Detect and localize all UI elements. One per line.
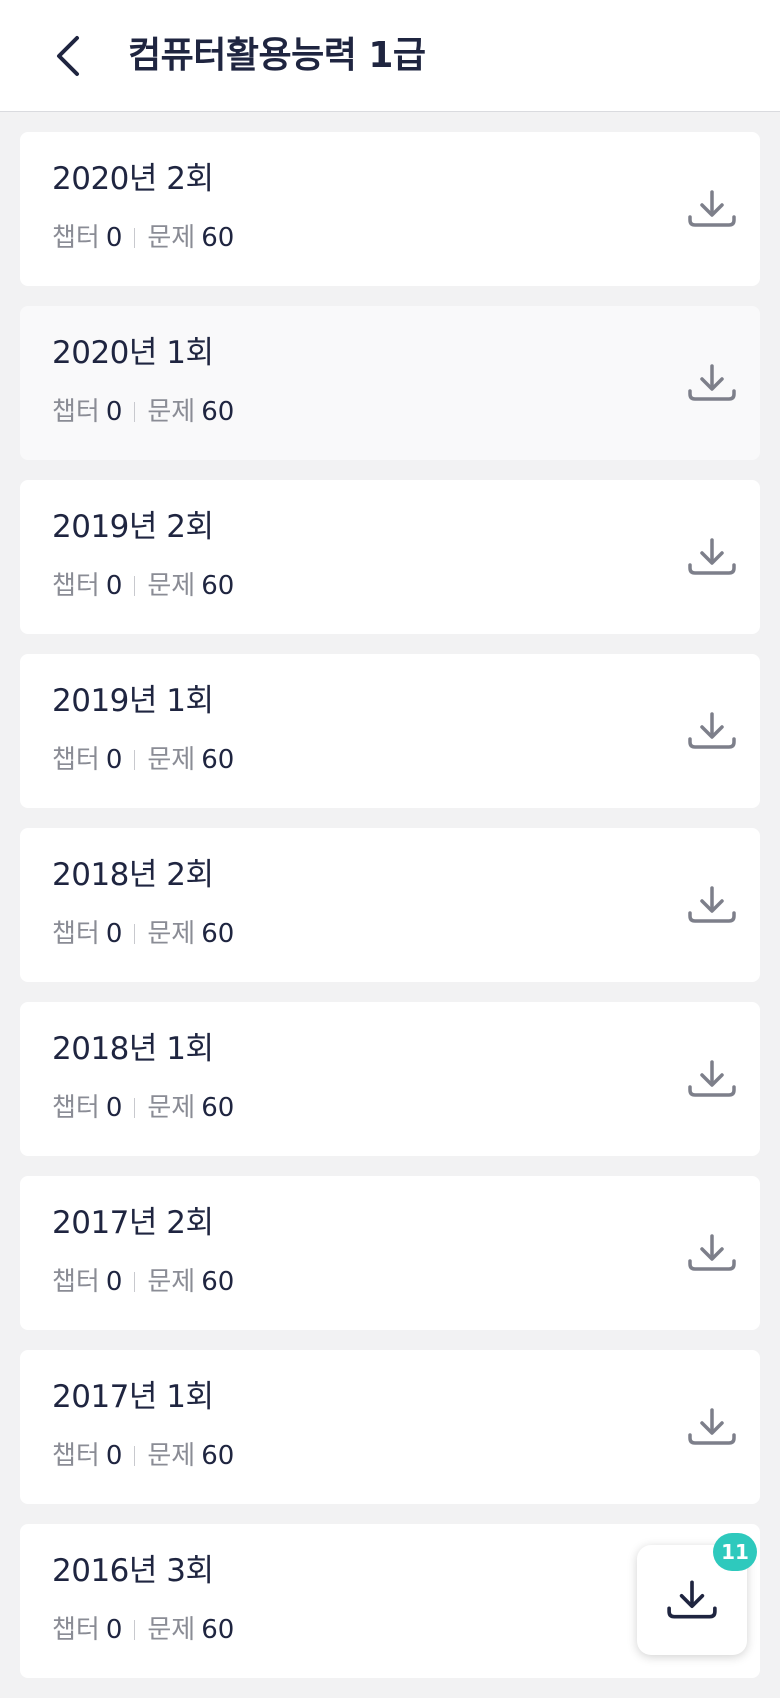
chapter-count: 0 xyxy=(105,223,123,253)
meta-divider xyxy=(134,402,136,422)
exam-card[interactable]: 2019년 1회 챕터 0 문제 60 xyxy=(20,654,760,808)
question-label: 문제 xyxy=(147,1441,196,1471)
download-button[interactable] xyxy=(684,1402,740,1452)
exam-title: 2020년 1회 xyxy=(52,335,214,371)
exam-meta: 챕터 0 문제 60 xyxy=(52,1612,234,1648)
question-label: 문제 xyxy=(147,571,196,601)
chapter-count: 0 xyxy=(105,1093,123,1123)
question-count: 60 xyxy=(201,1441,235,1471)
question-label: 문제 xyxy=(147,919,196,949)
chapter-count: 0 xyxy=(105,919,123,949)
question-label: 문제 xyxy=(147,1615,196,1645)
download-button[interactable] xyxy=(684,184,740,234)
meta-divider xyxy=(134,750,136,770)
chapter-count: 0 xyxy=(105,397,123,427)
meta-divider xyxy=(134,576,136,596)
download-button[interactable] xyxy=(684,1228,740,1278)
exam-card[interactable]: 2020년 2회 챕터 0 문제 60 xyxy=(20,132,760,286)
question-count: 60 xyxy=(201,571,235,601)
question-count: 60 xyxy=(201,745,235,775)
chapter-label: 챕터 xyxy=(52,1093,100,1123)
meta-divider xyxy=(134,924,136,944)
chevron-left-icon xyxy=(57,36,79,76)
exam-meta: 챕터 0 문제 60 xyxy=(52,916,234,952)
download-button[interactable] xyxy=(684,1054,740,1104)
download-icon xyxy=(688,1408,736,1445)
exam-title: 2018년 1회 xyxy=(52,1031,214,1067)
question-count: 60 xyxy=(201,223,235,253)
download-icon xyxy=(667,1580,717,1619)
question-label: 문제 xyxy=(147,1093,196,1123)
exam-meta: 챕터 0 문제 60 xyxy=(52,742,234,778)
exam-title: 2018년 2회 xyxy=(52,857,214,893)
app-header: 컴퓨터활용능력 1급 xyxy=(0,0,780,112)
exam-meta: 챕터 0 문제 60 xyxy=(52,568,234,604)
exam-meta: 챕터 0 문제 60 xyxy=(52,1438,234,1474)
question-count: 60 xyxy=(201,1267,235,1297)
exam-meta: 챕터 0 문제 60 xyxy=(52,1264,234,1300)
download-icon xyxy=(688,886,736,923)
exam-title: 2017년 2회 xyxy=(52,1205,214,1241)
chapter-label: 챕터 xyxy=(52,397,100,427)
exam-meta: 챕터 0 문제 60 xyxy=(52,220,234,256)
exam-card[interactable]: 2017년 2회 챕터 0 문제 60 xyxy=(20,1176,760,1330)
question-label: 문제 xyxy=(147,223,196,253)
download-icon xyxy=(688,190,736,227)
chapter-label: 챕터 xyxy=(52,1267,100,1297)
question-count: 60 xyxy=(201,397,235,427)
download-icon xyxy=(688,538,736,575)
back-button[interactable] xyxy=(44,30,92,82)
chapter-label: 챕터 xyxy=(52,1615,100,1645)
download-button[interactable] xyxy=(684,880,740,930)
chapter-count: 0 xyxy=(105,1441,123,1471)
page-title: 컴퓨터활용능력 1급 xyxy=(128,35,426,76)
question-label: 문제 xyxy=(147,745,196,775)
exam-card[interactable]: 2019년 2회 챕터 0 문제 60 xyxy=(20,480,760,634)
download-button[interactable] xyxy=(684,532,740,582)
meta-divider xyxy=(134,1620,136,1640)
chapter-count: 0 xyxy=(105,745,123,775)
meta-divider xyxy=(134,1098,136,1118)
question-count: 60 xyxy=(201,919,235,949)
exam-title: 2020년 2회 xyxy=(52,161,214,197)
question-count: 60 xyxy=(201,1093,235,1123)
question-count: 60 xyxy=(201,1615,235,1645)
chapter-count: 0 xyxy=(105,571,123,601)
meta-divider xyxy=(134,1446,136,1466)
download-button[interactable] xyxy=(684,358,740,408)
chapter-label: 챕터 xyxy=(52,919,100,949)
exam-meta: 챕터 0 문제 60 xyxy=(52,1090,234,1126)
download-count-badge: 11 xyxy=(713,1533,757,1571)
download-icon xyxy=(688,1234,736,1271)
chapter-count: 0 xyxy=(105,1267,123,1297)
exam-title: 2016년 3회 xyxy=(52,1553,214,1589)
question-label: 문제 xyxy=(147,397,196,427)
exam-card[interactable]: 2018년 1회 챕터 0 문제 60 xyxy=(20,1002,760,1156)
chapter-label: 챕터 xyxy=(52,571,100,601)
exam-card[interactable]: 2020년 1회 챕터 0 문제 60 xyxy=(20,306,760,460)
chapter-label: 챕터 xyxy=(52,223,100,253)
exam-card[interactable]: 2018년 2회 챕터 0 문제 60 xyxy=(20,828,760,982)
exam-card[interactable]: 2017년 1회 챕터 0 문제 60 xyxy=(20,1350,760,1504)
download-icon xyxy=(688,712,736,749)
exam-list: 2020년 2회 챕터 0 문제 60 2020년 1회 챕터 0 문제 60 xyxy=(20,132,760,1698)
exam-title: 2019년 2회 xyxy=(52,509,214,545)
download-button[interactable] xyxy=(684,706,740,756)
download-icon xyxy=(688,364,736,401)
download-icon xyxy=(688,1060,736,1097)
chapter-label: 챕터 xyxy=(52,745,100,775)
exam-meta: 챕터 0 문제 60 xyxy=(52,394,234,430)
meta-divider xyxy=(134,228,136,248)
question-label: 문제 xyxy=(147,1267,196,1297)
exam-title: 2019년 1회 xyxy=(52,683,214,719)
chapter-label: 챕터 xyxy=(52,1441,100,1471)
exam-title: 2017년 1회 xyxy=(52,1379,214,1415)
meta-divider xyxy=(134,1272,136,1292)
chapter-count: 0 xyxy=(105,1615,123,1645)
